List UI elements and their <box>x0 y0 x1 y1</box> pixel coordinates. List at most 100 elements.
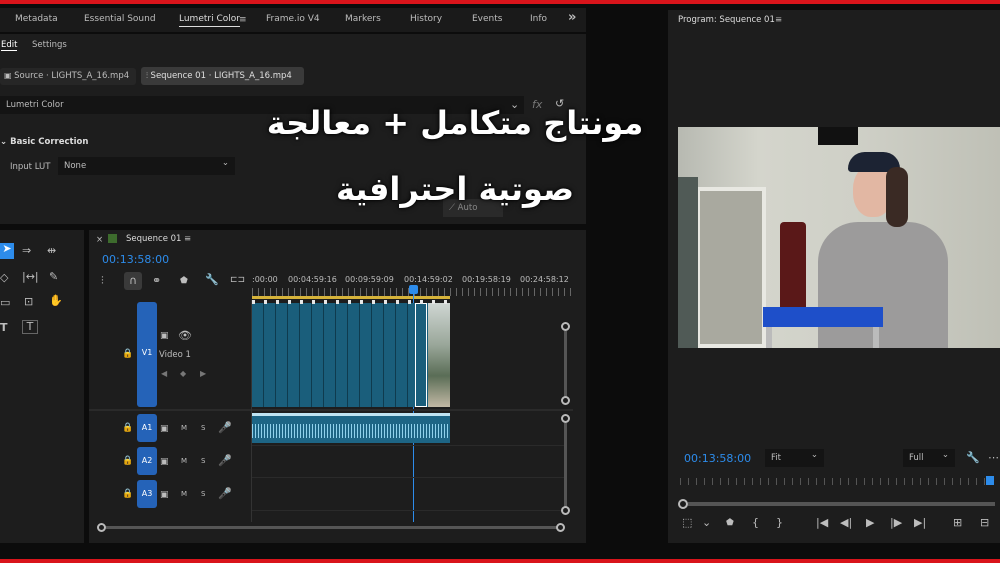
vertical-zoom-handle-top[interactable] <box>561 322 570 331</box>
prev-keyframe-icon[interactable]: ◀ <box>161 368 167 380</box>
safe-margins-icon[interactable]: ⬚ <box>682 517 692 529</box>
insert-sequence-icon[interactable]: ⫶ <box>101 275 104 287</box>
sequence-clip-tab[interactable]: ⫶ Sequence 01 · LIGHTS_A_16.mp4 <box>141 67 304 85</box>
ripple-edit-tool-icon[interactable]: ⇹ <box>47 245 56 257</box>
linked-selection-icon[interactable]: ⚭ <box>152 275 161 287</box>
next-keyframe-icon[interactable]: ▶ <box>200 368 206 380</box>
vertical-zoom-handle-bottom[interactable] <box>561 396 570 405</box>
eye-icon[interactable]: 👁 <box>178 330 192 342</box>
go-to-out-icon[interactable]: ▶| <box>914 517 926 529</box>
playhead-handle[interactable] <box>409 285 418 294</box>
add-keyframe-icon[interactable]: ◆ <box>180 368 186 380</box>
audio-clip[interactable] <box>252 413 450 443</box>
tab-markers[interactable]: Markers <box>345 14 381 24</box>
tab-essential-sound[interactable]: Essential Sound <box>84 14 156 24</box>
input-lut-select[interactable]: None ⌄ <box>58 157 235 175</box>
sync-lock-icon[interactable]: ▣ <box>160 330 169 342</box>
a1-sync-icon[interactable]: ▣ <box>160 423 169 435</box>
mark-in-icon[interactable]: { <box>752 517 759 529</box>
a1-lock-icon[interactable]: 🔒 <box>122 423 133 433</box>
ladder-top <box>763 307 883 327</box>
add-marker-icon[interactable]: ⬟ <box>726 517 734 529</box>
type-tool-icon[interactable]: T <box>0 322 8 334</box>
audio-scrollbar[interactable] <box>564 423 567 508</box>
timeline-timecode[interactable]: 00:13:58:00 <box>102 253 169 266</box>
pen-tool-icon[interactable]: ✎ <box>49 271 58 283</box>
sequence-menu-icon[interactable]: ≡ <box>184 234 191 244</box>
program-monitor-title[interactable]: Program: Sequence 01 <box>678 15 775 25</box>
overflow-icon[interactable]: » <box>568 11 576 24</box>
mark-out-icon[interactable]: } <box>776 517 783 529</box>
razor-tool-icon[interactable]: ◇ <box>0 272 8 284</box>
program-more-icon[interactable]: ⋯ <box>988 452 999 464</box>
text-track-tool-icon[interactable]: T <box>22 320 38 334</box>
tab-lumetri-color[interactable]: Lumetri Color <box>179 14 240 27</box>
track-select-tool-icon[interactable]: ⇒ <box>22 245 31 257</box>
a2-mute-button[interactable]: M <box>181 457 187 465</box>
insert-icon[interactable]: ⊞ <box>953 517 962 529</box>
v1-target-button[interactable]: V1 <box>137 302 157 407</box>
tab-info[interactable]: Info <box>530 14 547 24</box>
a3-target-button[interactable]: A3 <box>137 480 157 508</box>
snap-icon[interactable]: ∩ <box>124 272 142 290</box>
subtab-settings[interactable]: Settings <box>32 40 67 50</box>
horizontal-zoom-handle-right[interactable] <box>556 523 565 532</box>
work-area-bar[interactable] <box>252 296 450 299</box>
v1-lock-icon[interactable]: 🔒 <box>122 349 133 359</box>
slip-tool-icon[interactable]: |↔| <box>22 271 39 283</box>
a1-target-button[interactable]: A1 <box>137 414 157 442</box>
selected-video-clip[interactable] <box>415 303 427 407</box>
program-zoom-handle[interactable] <box>678 499 688 509</box>
tab-menu-icon[interactable]: ≡ <box>239 14 247 26</box>
a2-target-button[interactable]: A2 <box>137 447 157 475</box>
fit-dropdown[interactable]: Fit ⌄ <box>765 449 824 467</box>
a2-lock-icon[interactable]: 🔒 <box>122 456 133 466</box>
add-marker-icon[interactable]: ⬟ <box>180 275 188 287</box>
program-menu-icon[interactable]: ≡ <box>775 15 782 25</box>
a3-mute-button[interactable]: M <box>181 490 187 498</box>
tab-history[interactable]: History <box>410 14 442 24</box>
a3-lock-icon[interactable]: 🔒 <box>122 489 133 499</box>
wrench-icon[interactable]: 🔧 <box>205 274 219 286</box>
source-clip-tab[interactable]: ▣ Source · LIGHTS_A_16.mp4 <box>0 68 136 85</box>
a3-solo-button[interactable]: S <box>201 490 205 498</box>
hand-tool-icon[interactable]: ✋ <box>49 295 63 307</box>
vertical-scrollbar[interactable] <box>564 331 567 397</box>
step-forward-icon[interactable]: |▶ <box>890 517 902 529</box>
resolution-dropdown[interactable]: Full ⌄ <box>903 449 955 467</box>
audio-zoom-handle-bottom[interactable] <box>561 506 570 515</box>
play-icon[interactable]: ▶ <box>866 517 874 529</box>
settings-wrench-icon[interactable]: 🔧 <box>966 452 980 464</box>
a1-mute-button[interactable]: M <box>181 424 187 432</box>
a1-solo-button[interactable]: S <box>201 424 205 432</box>
captions-icon[interactable]: ⊏⊐ <box>230 274 245 286</box>
go-to-in-icon[interactable]: |◀ <box>816 517 828 529</box>
program-playhead[interactable] <box>986 476 994 485</box>
overwrite-icon[interactable]: ⊟ <box>980 517 989 529</box>
a1-mic-icon[interactable]: 🎤 <box>218 422 232 434</box>
tab-frameio[interactable]: Frame.io V4 <box>266 14 320 24</box>
a2-sync-icon[interactable]: ▣ <box>160 456 169 468</box>
tab-metadata[interactable]: Metadata <box>15 14 58 24</box>
basic-correction-header[interactable]: ⌄ Basic Correction <box>0 137 88 147</box>
selection-tool-icon[interactable]: ➤ <box>0 243 14 259</box>
horizontal-scrollbar[interactable] <box>106 526 558 529</box>
audio-zoom-handle-top[interactable] <box>561 414 570 423</box>
rectangle-tool-icon[interactable]: ▭ <box>0 297 10 309</box>
program-ruler[interactable] <box>680 478 995 485</box>
program-scrollbar[interactable] <box>688 502 995 506</box>
tab-events[interactable]: Events <box>472 14 502 24</box>
step-back-icon[interactable]: ◀| <box>840 517 852 529</box>
zoom-tool-icon[interactable]: ⊡ <box>24 296 33 308</box>
chevron-down-icon[interactable]: ⌄ <box>702 517 711 529</box>
a2-mic-icon[interactable]: 🎤 <box>218 455 232 467</box>
sequence-tab-label[interactable]: Sequence 01 <box>126 234 181 244</box>
close-icon[interactable]: × <box>96 235 103 245</box>
source-clip-label: Source · LIGHTS_A_16.mp4 <box>14 71 130 81</box>
subtab-edit[interactable]: Edit <box>1 40 18 51</box>
a3-mic-icon[interactable]: 🎤 <box>218 488 232 500</box>
program-timecode[interactable]: 00:13:58:00 <box>684 452 751 465</box>
a2-solo-button[interactable]: S <box>201 457 205 465</box>
a3-sync-icon[interactable]: ▣ <box>160 489 169 501</box>
horizontal-zoom-handle-left[interactable] <box>97 523 106 532</box>
